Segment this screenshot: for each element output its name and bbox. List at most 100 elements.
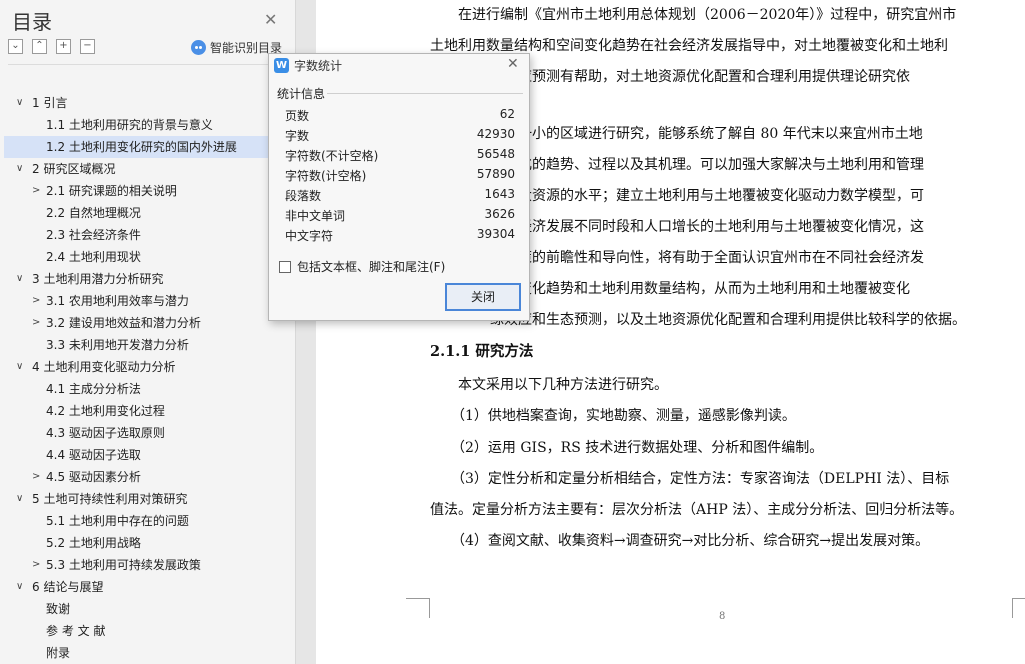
toc-item-label: 4.2 土地利用变化过程 [46, 404, 165, 418]
chevron-right-icon[interactable]: > [32, 180, 40, 202]
toc-item-label: 4.5 驱动因素分析 [46, 470, 141, 484]
toc-item-label: 5 土地可持续性利用对策研究 [32, 492, 188, 506]
stat-row: 字符数(计空格) 57890 [285, 167, 515, 187]
toc-item[interactable]: >4.5 驱动因素分析 [4, 466, 294, 488]
wps-writer-icon: W [274, 58, 289, 73]
promote-level-icon[interactable]: + [56, 39, 71, 54]
document-line: 综效应和生态预测，以及土地资源优化配置和合理利用提供比较科学的依据。 [490, 312, 966, 328]
stats-section-label: 统计信息 [277, 87, 326, 101]
include-textbox-footnotes-checkbox[interactable]: 包括文本框、脚注和尾注(F) [279, 258, 445, 275]
document-line: （1）供地档案查询，实地勘察、测量，遥感影像判读。 [430, 408, 796, 424]
toc-item-label: 4 土地利用变化驱动力分析 [32, 360, 176, 374]
stat-value: 3626 [484, 207, 515, 221]
toc-item-label: 2.4 土地利用现状 [46, 250, 141, 264]
stat-row: 段落数 1643 [285, 187, 515, 207]
collapse-all-icon[interactable]: ⌃ [32, 39, 47, 54]
toc-item[interactable]: ∨ 2 研究区域概况 [4, 158, 294, 180]
toc-item[interactable]: 4.2 土地利用变化过程 [4, 400, 294, 422]
stat-value: 57890 [476, 167, 515, 181]
chevron-right-icon[interactable]: > [32, 290, 40, 312]
close-icon[interactable]: ✕ [507, 56, 519, 72]
document-line: （2）运用 GIS，RS 技术进行数据处理、分析和图件编制。 [430, 440, 824, 456]
toc-item[interactable]: 4.4 驱动因子选取 [4, 444, 294, 466]
toc-item[interactable]: 2.3 社会经济条件 [4, 224, 294, 246]
toc-item[interactable]: 1.2 土地利用变化研究的国内外进展 [4, 136, 294, 158]
stat-label: 非中文单词 [285, 209, 346, 223]
toc-item[interactable]: 5.1 土地利用中存在的问题 [4, 510, 294, 532]
toc-item[interactable]: 2.2 自然地理概况 [4, 202, 294, 224]
toc-item[interactable]: 2.4 土地利用现状 [4, 246, 294, 268]
toc-item[interactable]: >3.2 建设用地效益和潜力分析 [4, 312, 294, 334]
chevron-down-icon[interactable]: ∨ [16, 158, 23, 180]
toc-item-label: 致谢 [46, 602, 71, 616]
expand-all-icon[interactable]: ⌄ [8, 39, 23, 54]
stat-label: 字符数(计空格) [285, 169, 367, 183]
chevron-down-icon[interactable]: ∨ [16, 268, 23, 290]
toc-item[interactable]: ∨ 4 土地利用变化驱动力分析 [4, 356, 294, 378]
toc-item[interactable]: 3.3 未利用地开发潜力分析 [4, 334, 294, 356]
stat-value: 62 [499, 107, 515, 121]
stat-row: 非中文单词 3626 [285, 207, 515, 227]
document-line: 市这一小的区域进行研究，能够系统了解自 80 年代末以来宜州市土地 [490, 126, 923, 142]
document-line: 社会经济发展不同时段和人口增长的土地利用与土地覆被变化情况，这 [490, 219, 924, 235]
toc-item-label: 3.1 农用地利用效率与潜力 [46, 294, 189, 308]
toc-item-label: 5.3 土地利用可持续发展政策 [46, 558, 201, 572]
document-line: 学决策的前瞻性和导向性，将有助于全面认识宜州市在不同社会经济发 [490, 250, 924, 266]
document-line: 被变化的趋势、过程以及其机理。可以加强大家解决与土地利用和管理 [490, 157, 924, 173]
toc-item[interactable]: >5.3 土地利用可持续发展政策 [4, 554, 294, 576]
toc-item[interactable]: 4.1 主成分分析法 [4, 378, 294, 400]
toc-item-label: 5.2 土地利用战略 [46, 536, 141, 550]
chevron-right-icon[interactable]: > [32, 554, 40, 576]
chevron-right-icon[interactable]: > [32, 466, 40, 488]
dialog-title: 字数统计 [294, 59, 343, 73]
demote-level-icon[interactable]: − [80, 39, 95, 54]
toc-item[interactable]: ∨ 3 土地利用潜力分析研究 [4, 268, 294, 290]
toc-item[interactable]: >3.1 农用地利用效率与潜力 [4, 290, 294, 312]
close-button[interactable]: 关闭 [445, 283, 521, 311]
toc-item-label: 参 考 文 献 [46, 624, 106, 638]
stat-value: 56548 [476, 147, 515, 161]
checkbox-box[interactable] [279, 260, 291, 273]
document-line: （3）定性分析和定量分析相结合，定性方法：专家咨询法（DELPHI 法）、目标 [430, 471, 950, 487]
toc-item[interactable]: >2.1 研究课题的相关说明 [4, 180, 294, 202]
dialog-titlebar[interactable]: W 字数统计 ✕ [269, 54, 529, 76]
toc-item[interactable]: ∨ 5 土地可持续性利用对策研究 [4, 488, 294, 510]
stat-row: 中文字符 39304 [285, 227, 515, 247]
page-corner-mark-left [406, 598, 430, 618]
toc-item[interactable]: ∨ 1 引言 [4, 92, 294, 114]
document-line: 本文采用以下几种方法进行研究。 [430, 377, 668, 393]
toc-item-label: 2.3 社会经济条件 [46, 228, 141, 242]
word-count-dialog: W 字数统计 ✕ 统计信息 页数 62 字数 42930 字符数(不计空格) 56548 字… [268, 53, 530, 321]
toc-item[interactable]: ∨ 6 结论与展望 [4, 576, 294, 598]
toc-item-label: 3.2 建设用地效益和潜力分析 [46, 316, 201, 330]
toc-item[interactable]: 附录 [4, 642, 294, 664]
chevron-down-icon[interactable]: ∨ [16, 488, 23, 510]
toc-item-label: 2 研究区域概况 [32, 162, 116, 176]
page-number: 8 [719, 611, 726, 622]
toc-toolbar: ⌄ ⌃ + − [8, 39, 95, 54]
document-line: 源效应预测有帮助，对土地资源优化配置和合理利用提供理论研究依 [490, 69, 910, 85]
chevron-down-icon[interactable]: ∨ [16, 356, 23, 378]
toc-item-label: 3 土地利用潜力分析研究 [32, 272, 164, 286]
stat-label: 中文字符 [285, 229, 334, 243]
stat-label: 字符数(不计空格) [285, 149, 379, 163]
document-line: 值法。定量分析方法主要有：层次分析法（AHP 法）、主成分分析法、回归分析法等。 [430, 502, 964, 518]
close-icon[interactable]: ✕ [264, 10, 277, 29]
toc-list: ∨ 1 引言 1.1 土地利用研究的背景与意义 1.2 土地利用变化研究的国内外进展 ∨… [4, 92, 294, 664]
toc-item[interactable]: 参 考 文 献 [4, 620, 294, 642]
toc-item-label: 5.1 土地利用中存在的问题 [46, 514, 189, 528]
toc-item-label: 附录 [46, 646, 71, 660]
chevron-down-icon[interactable]: ∨ [16, 92, 23, 114]
document-line: （4）查阅文献、收集资料→调查研究→对比分析、综合研究→提出发展对策。 [430, 533, 930, 549]
toc-item[interactable]: 5.2 土地利用战略 [4, 532, 294, 554]
toc-item[interactable]: 4.3 驱动因子选取原则 [4, 422, 294, 444]
stat-value: 39304 [476, 227, 515, 241]
toc-item-label: 4.1 主成分分析法 [46, 382, 141, 396]
toc-item[interactable]: 致谢 [4, 598, 294, 620]
toc-item-label: 2.2 自然地理概况 [46, 206, 141, 220]
chevron-down-icon[interactable]: ∨ [16, 576, 23, 598]
toc-item[interactable]: 1.1 土地利用研究的背景与意义 [4, 114, 294, 136]
sidebar-title: 目录 [12, 10, 52, 34]
chevron-right-icon[interactable]: > [32, 312, 40, 334]
toc-item-label: 6 结论与展望 [32, 580, 104, 594]
